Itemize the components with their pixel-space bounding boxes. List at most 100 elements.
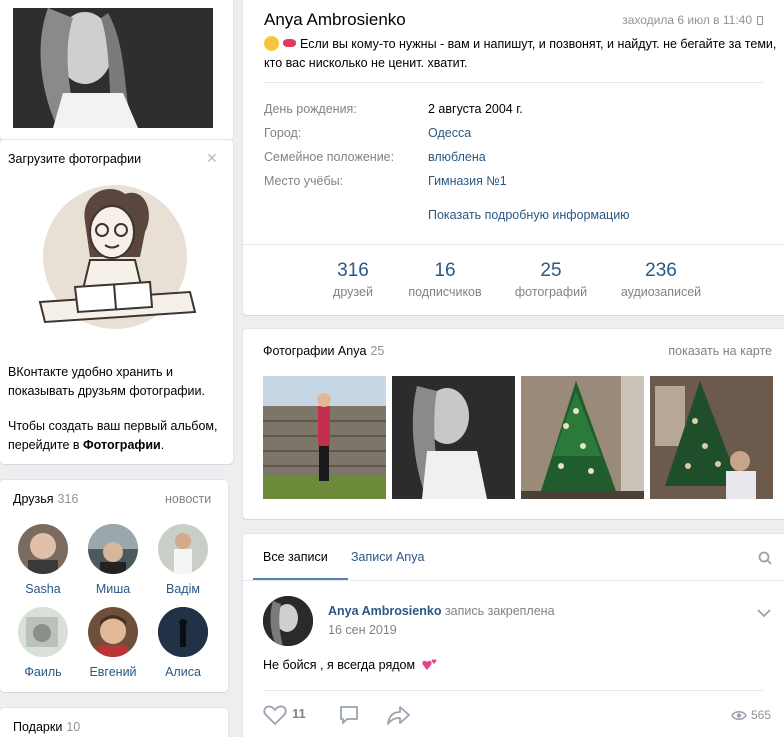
friend-fail[interactable]: Фаиль: [8, 607, 78, 679]
last-seen-text: заходила 6 июл в 11:40: [622, 13, 752, 27]
profile-name: Anya Ambrosienko: [264, 10, 406, 29]
photos-title[interactable]: Фотографии Anya 25: [263, 344, 384, 358]
friend-avatar: [158, 607, 208, 657]
emoji-icon: [264, 36, 279, 51]
info-label: День рождения:: [264, 102, 357, 116]
divider: [263, 690, 763, 691]
info-value[interactable]: 2 августа 2004 г.: [428, 102, 523, 116]
friend-vadim[interactable]: Вадім: [148, 524, 218, 596]
friend-evgeniy[interactable]: Евгений: [78, 607, 148, 679]
friend-name: Алиса: [165, 665, 201, 679]
upload-photos-description: ВКонтакте удобно хранить и показывать др…: [8, 365, 205, 398]
instructions-end: .: [160, 438, 165, 452]
counter-value: 25: [540, 260, 562, 281]
counter-followers[interactable]: 16 подписчиков: [400, 260, 490, 299]
friend-name: Sasha: [25, 582, 61, 596]
info-label: Семейное положение:: [264, 150, 395, 164]
info-value[interactable]: Гимназия №1: [428, 174, 507, 188]
counter-value: 16: [434, 260, 456, 281]
show-more-info-link[interactable]: Показать подробную информацию: [428, 208, 630, 222]
illustration-girl-with-album: [30, 182, 200, 342]
post-header: Anya Ambrosienko запись закреплена: [328, 604, 555, 618]
counter-value: 236: [645, 260, 677, 281]
photo-thumbnail[interactable]: [521, 376, 644, 499]
close-icon[interactable]: ✕: [206, 150, 218, 167]
profile-status[interactable]: Если вы кому-то нужны - вам и напишут, и…: [264, 35, 784, 73]
status-text: Если вы кому-то нужны - вам и напишут, и…: [264, 37, 777, 70]
last-seen-status: заходила 6 июл в 11:40: [622, 13, 763, 27]
tab-own-posts[interactable]: Записи Anya: [351, 550, 424, 564]
heart-icon[interactable]: [263, 704, 287, 729]
upload-photos-card: Загрузите фотографии ✕ ВКонтакте удобно …: [0, 140, 233, 464]
like-count: 11: [292, 706, 306, 721]
friend-avatar: [18, 607, 68, 657]
wall-tabs: Все записи Записи Anya: [243, 534, 784, 581]
hearts-emoji-icon: [421, 659, 436, 670]
chevron-down-icon[interactable]: [757, 606, 771, 618]
photo-thumbnail[interactable]: [650, 376, 773, 499]
friend-avatar: [88, 524, 138, 574]
friends-count: 316: [57, 492, 79, 506]
gifts-card[interactable]: Подарки 10: [0, 708, 228, 737]
views-counter: 565: [731, 708, 771, 722]
divider: [264, 82, 763, 83]
active-tab-indicator: [253, 578, 348, 580]
friend-sasha[interactable]: Sasha: [8, 524, 78, 596]
post-text: Не бойся , я всегда рядом: [263, 658, 438, 672]
info-value[interactable]: влюблена: [428, 150, 486, 164]
counter-photos[interactable]: 25 фотографий: [508, 260, 594, 299]
info-value[interactable]: Одесса: [428, 126, 471, 140]
kiss-emoji-icon: [283, 39, 296, 47]
friends-title[interactable]: Друзья 316: [13, 492, 78, 506]
friend-misha[interactable]: Миша: [78, 524, 148, 596]
photo-thumbnail[interactable]: [263, 376, 386, 499]
photo-thumbnail[interactable]: [392, 376, 515, 499]
photos-link[interactable]: Фотографии: [83, 438, 161, 452]
search-icon[interactable]: [758, 551, 772, 565]
counter-label: аудиозаписей: [620, 285, 702, 299]
counter-audio[interactable]: 236 аудиозаписей: [613, 260, 709, 299]
post-author-avatar[interactable]: [263, 596, 313, 646]
friends-card: Друзья 316 новости Sasha Миша Вадім Фаиль…: [0, 480, 228, 692]
profile-info-card: Anya Ambrosienko заходила 6 июл в 11:40 …: [243, 0, 784, 315]
counter-friends[interactable]: 316 друзей: [321, 260, 385, 299]
divider: [243, 244, 784, 245]
gifts-title-label: Подарки: [13, 720, 63, 734]
show-on-map-link[interactable]: показать на карте: [668, 344, 772, 358]
friend-avatar: [88, 607, 138, 657]
share-icon[interactable]: [386, 704, 412, 729]
tab-all-posts[interactable]: Все записи: [263, 550, 328, 564]
friend-name: Евгений: [89, 665, 137, 679]
phone-icon: [757, 16, 763, 25]
post-date[interactable]: 16 сен 2019: [328, 623, 397, 637]
counter-label: друзей: [333, 285, 373, 299]
friend-avatar: [158, 524, 208, 574]
post-author-name[interactable]: Anya Ambrosienko: [328, 604, 441, 618]
upload-photos-instructions: Чтобы создать ваш первый альбом, перейди…: [8, 417, 223, 455]
counter-value: 316: [337, 260, 369, 281]
friends-news-link[interactable]: новости: [165, 492, 211, 506]
post-text-content: Не бойся , я всегда рядом: [263, 658, 416, 672]
counter-label: подписчиков: [408, 285, 482, 299]
upload-photos-title: Загрузите фотографии: [8, 152, 142, 166]
avatar-card: [0, 0, 233, 140]
photos-title-label: Фотографии Anya: [263, 344, 367, 358]
comment-icon[interactable]: [338, 704, 360, 729]
friends-title-label: Друзья: [13, 492, 54, 506]
profile-photo[interactable]: [13, 8, 213, 128]
info-label: Место учёбы:: [264, 174, 344, 188]
friend-name: Миша: [95, 582, 131, 596]
views-count: 565: [751, 708, 772, 722]
photos-card: Фотографии Anya 25 показать на карте: [243, 329, 784, 519]
wall-card: Все записи Записи Anya Anya Ambrosienko …: [243, 534, 784, 737]
info-label: Город:: [264, 126, 302, 140]
friend-alisa[interactable]: Алиса: [148, 607, 218, 679]
gifts-title: Подарки 10: [13, 720, 80, 734]
friend-name: Вадім: [166, 582, 200, 596]
friend-avatar: [18, 524, 68, 574]
gifts-count: 10: [66, 720, 81, 734]
eye-icon: [731, 711, 747, 720]
pinned-label: запись закреплена: [444, 604, 555, 618]
photos-count: 25: [370, 344, 385, 358]
counter-label: фотографий: [514, 285, 588, 299]
